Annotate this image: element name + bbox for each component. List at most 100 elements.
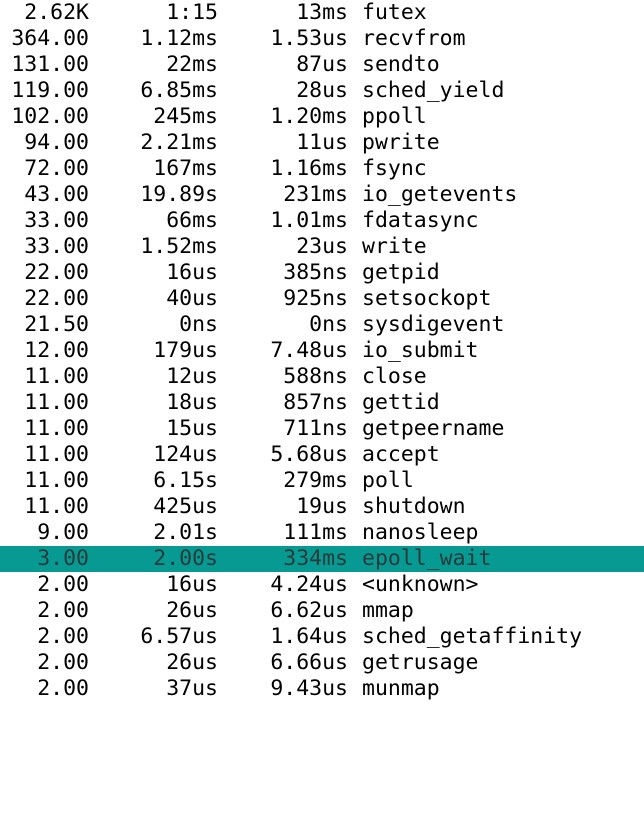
avg-time-cell: 1.16ms [270, 156, 348, 181]
table-row[interactable]: 72.00 167ms 1.16ms fsync [0, 156, 644, 182]
table-row[interactable]: 2.00 6.57us 1.64us sched_getaffinity [0, 624, 644, 650]
time-cell: 179us [153, 338, 218, 363]
time-cell: 245ms [153, 104, 218, 129]
table-row[interactable]: 11.00 124us 5.68us accept [0, 442, 644, 468]
syscall-name-cell: io_submit [362, 338, 479, 363]
time-cell: 2.00s [153, 546, 218, 571]
table-row[interactable]: 2.00 37us 9.43us munmap [0, 676, 644, 702]
syscall-name-cell: close [362, 364, 427, 389]
syscall-name-cell: fdatasync [362, 208, 479, 233]
table-row[interactable]: 21.50 0ns 0ns sysdigevent [0, 312, 644, 338]
avg-time-cell: 0ns [309, 312, 348, 337]
calls-cell: 22.00 [24, 260, 89, 285]
calls-cell: 3.00 [37, 546, 89, 571]
calls-cell: 11.00 [24, 364, 89, 389]
table-row[interactable]: 2.62K 1:15 13ms futex [0, 0, 644, 26]
time-cell: 37us [166, 676, 218, 701]
avg-time-cell: 1.53us [270, 26, 348, 51]
table-row[interactable]: 12.00 179us 7.48us io_submit [0, 338, 644, 364]
calls-cell: 102.00 [11, 104, 89, 129]
calls-cell: 33.00 [24, 234, 89, 259]
table-row[interactable]: 43.00 19.89s 231ms io_getevents [0, 182, 644, 208]
syscall-name-cell: shutdown [362, 494, 466, 519]
syscall-name-cell: getrusage [362, 650, 479, 675]
syscall-name-cell: sendto [362, 52, 440, 77]
table-row[interactable]: 11.00 15us 711ns getpeername [0, 416, 644, 442]
calls-cell: 11.00 [24, 468, 89, 493]
table-row[interactable]: 11.00 425us 19us shutdown [0, 494, 644, 520]
avg-time-cell: 711ns [283, 416, 348, 441]
syscall-name-cell: fsync [362, 156, 427, 181]
table-row[interactable]: 22.00 40us 925ns setsockopt [0, 286, 644, 312]
table-row[interactable]: 33.00 66ms 1.01ms fdatasync [0, 208, 644, 234]
syscall-name-cell: <unknown> [362, 572, 479, 597]
avg-time-cell: 23us [296, 234, 348, 259]
time-cell: 16us [166, 572, 218, 597]
time-cell: 6.85ms [140, 78, 218, 103]
avg-time-cell: 87us [296, 52, 348, 77]
syscall-table: 2.62K 1:15 13ms futex 364.00 1.12ms 1.53… [0, 0, 644, 702]
avg-time-cell: 111ms [283, 520, 348, 545]
avg-time-cell: 19us [296, 494, 348, 519]
table-row[interactable]: 9.00 2.01s 111ms nanosleep [0, 520, 644, 546]
table-row[interactable]: 94.00 2.21ms 11us pwrite [0, 130, 644, 156]
time-cell: 2.21ms [140, 130, 218, 155]
time-cell: 0ns [179, 312, 218, 337]
calls-cell: 33.00 [24, 208, 89, 233]
avg-time-cell: 6.62us [270, 598, 348, 623]
table-row[interactable]: 2.00 26us 6.62us mmap [0, 598, 644, 624]
table-row[interactable]: 33.00 1.52ms 23us write [0, 234, 644, 260]
time-cell: 1:15 [166, 0, 218, 25]
syscall-name-cell: getpid [362, 260, 440, 285]
syscall-name-cell: mmap [362, 598, 414, 623]
table-row[interactable]: 119.00 6.85ms 28us sched_yield [0, 78, 644, 104]
time-cell: 26us [166, 598, 218, 623]
calls-cell: 12.00 [24, 338, 89, 363]
syscall-name-cell: ppoll [362, 104, 427, 129]
table-row-selected[interactable]: 3.00 2.00s 334ms epoll_wait [0, 546, 644, 572]
avg-time-cell: 1.20ms [270, 104, 348, 129]
table-row[interactable]: 2.00 16us 4.24us <unknown> [0, 572, 644, 598]
avg-time-cell: 279ms [283, 468, 348, 493]
avg-time-cell: 7.48us [270, 338, 348, 363]
table-row[interactable]: 11.00 6.15s 279ms poll [0, 468, 644, 494]
time-cell: 18us [166, 390, 218, 415]
table-row[interactable]: 364.00 1.12ms 1.53us recvfrom [0, 26, 644, 52]
calls-cell: 2.00 [37, 676, 89, 701]
time-cell: 6.57us [140, 624, 218, 649]
time-cell: 15us [166, 416, 218, 441]
avg-time-cell: 28us [296, 78, 348, 103]
avg-time-cell: 1.64us [270, 624, 348, 649]
syscall-name-cell: sysdigevent [362, 312, 505, 337]
avg-time-cell: 231ms [283, 182, 348, 207]
calls-cell: 2.62K [24, 0, 89, 25]
syscall-name-cell: recvfrom [362, 26, 466, 51]
syscall-name-cell: gettid [362, 390, 440, 415]
table-row[interactable]: 2.00 26us 6.66us getrusage [0, 650, 644, 676]
time-cell: 16us [166, 260, 218, 285]
calls-cell: 119.00 [11, 78, 89, 103]
syscall-name-cell: futex [362, 0, 427, 25]
calls-cell: 2.00 [37, 598, 89, 623]
calls-cell: 11.00 [24, 390, 89, 415]
time-cell: 425us [153, 494, 218, 519]
syscall-name-cell: pwrite [362, 130, 440, 155]
syscall-name-cell: munmap [362, 676, 440, 701]
table-row[interactable]: 131.00 22ms 87us sendto [0, 52, 644, 78]
avg-time-cell: 11us [296, 130, 348, 155]
syscall-name-cell: sched_yield [362, 78, 505, 103]
calls-cell: 131.00 [11, 52, 89, 77]
time-cell: 22ms [166, 52, 218, 77]
calls-cell: 9.00 [37, 520, 89, 545]
avg-time-cell: 588ns [283, 364, 348, 389]
table-row[interactable]: 11.00 18us 857ns gettid [0, 390, 644, 416]
table-row[interactable]: 22.00 16us 385ns getpid [0, 260, 644, 286]
table-row[interactable]: 102.00 245ms 1.20ms ppoll [0, 104, 644, 130]
calls-cell: 11.00 [24, 442, 89, 467]
calls-cell: 21.50 [24, 312, 89, 337]
calls-cell: 43.00 [24, 182, 89, 207]
avg-time-cell: 6.66us [270, 650, 348, 675]
time-cell: 19.89s [140, 182, 218, 207]
table-row[interactable]: 11.00 12us 588ns close [0, 364, 644, 390]
time-cell: 124us [153, 442, 218, 467]
